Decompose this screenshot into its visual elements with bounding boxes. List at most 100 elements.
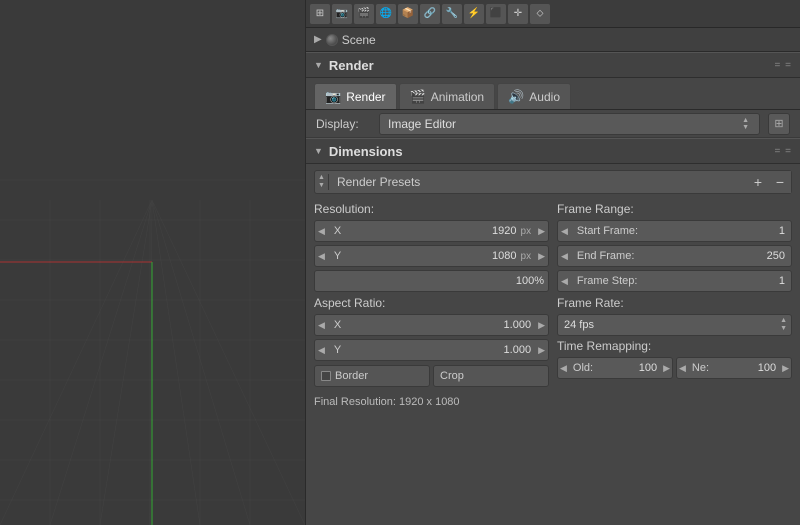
render-icon[interactable]: 📷 xyxy=(332,4,352,24)
scene-bar[interactable]: ▶ Scene xyxy=(306,28,800,52)
aspect-x-value: 1.000 xyxy=(352,319,535,331)
start-frame-left-arrow[interactable]: ◀ xyxy=(558,226,571,237)
obj-icon[interactable]: 📦 xyxy=(398,4,418,24)
old-field[interactable]: ◀ Old: 100 ▶ xyxy=(557,357,673,379)
percent-row[interactable]: 100% xyxy=(314,270,549,292)
dimensions-right-col: Frame Range: ◀ Start Frame: 1 ◀ End Fram… xyxy=(557,202,792,413)
tab-row: 📷 Render 🎬 Animation 🔊 Audio xyxy=(306,78,800,110)
border-crop-row: Border Crop xyxy=(314,365,549,387)
tab-animation[interactable]: 🎬 Animation xyxy=(399,83,496,109)
aspect-y-left-arrow[interactable]: ◀ xyxy=(315,345,328,356)
display-dropdown[interactable]: Image Editor ▲ ▼ xyxy=(379,113,760,135)
display-row: Display: Image Editor ▲ ▼ ⊞ xyxy=(306,110,800,138)
resolution-title: Resolution: xyxy=(314,202,549,216)
res-y-value: 1080 xyxy=(352,250,521,262)
border-btn[interactable]: Border xyxy=(314,365,430,387)
audio-tab-icon: 🔊 xyxy=(508,89,524,105)
frame-step-label: Frame Step: xyxy=(571,275,751,287)
data-icon[interactable]: ⚡ xyxy=(464,4,484,24)
crop-btn[interactable]: Crop xyxy=(433,365,549,387)
end-frame-left-arrow[interactable]: ◀ xyxy=(558,251,571,262)
aspect-x-label: X xyxy=(328,319,352,331)
frame-step-value: 1 xyxy=(751,275,791,287)
aspect-y-label: Y xyxy=(328,344,352,356)
time-remap-row: ◀ Old: 100 ▶ ◀ Ne: 100 ▶ xyxy=(557,357,792,379)
ne-value: 100 xyxy=(713,362,780,374)
physics-icon[interactable]: ⬦ xyxy=(530,4,550,24)
ne-left-arrow[interactable]: ◀ xyxy=(677,363,688,374)
border-checkbox[interactable] xyxy=(321,371,331,381)
res-x-left-arrow[interactable]: ◀ xyxy=(315,226,328,237)
frame-step-field[interactable]: ◀ Frame Step: 1 xyxy=(557,270,792,292)
aspect-x-right-arrow[interactable]: ▶ xyxy=(535,320,548,331)
end-frame-label: End Frame: xyxy=(571,250,751,262)
constraint-icon[interactable]: 🔧 xyxy=(442,4,462,24)
tab-animation-label: Animation xyxy=(431,90,484,104)
end-frame-field[interactable]: ◀ End Frame: 250 xyxy=(557,245,792,267)
world-icon[interactable]: 🌐 xyxy=(376,4,396,24)
aspect-y-right-arrow[interactable]: ▶ xyxy=(535,345,548,356)
ne-field[interactable]: ◀ Ne: 100 ▶ xyxy=(676,357,792,379)
frame-range-title: Frame Range: xyxy=(557,202,792,216)
grid-icon[interactable]: ⊞ xyxy=(310,4,330,24)
properties-panel: ⊞ 📷 🎬 🌐 📦 🔗 🔧 ⚡ ⬛ ✛ ⬦ ▶ Scene ▼ Render =… xyxy=(305,0,800,525)
dimensions-two-col: Resolution: ◀ X 1920 px ▶ ◀ Y 1080 px ▶ … xyxy=(314,202,792,413)
render-dots: = = xyxy=(775,60,792,71)
anim-icon[interactable]: 🎬 xyxy=(354,4,374,24)
final-res-text: Final Resolution: 1920 x 1080 xyxy=(314,396,460,408)
render-triangle: ▼ xyxy=(314,60,323,70)
dimensions-left-col: Resolution: ◀ X 1920 px ▶ ◀ Y 1080 px ▶ … xyxy=(314,202,549,413)
tab-audio[interactable]: 🔊 Audio xyxy=(497,83,571,109)
res-y-left-arrow[interactable]: ◀ xyxy=(315,251,328,262)
link-icon[interactable]: 🔗 xyxy=(420,4,440,24)
dimensions-dots: = = xyxy=(775,146,792,157)
render-section-header[interactable]: ▼ Render = = xyxy=(306,52,800,78)
scene-arrow: ▶ xyxy=(314,34,322,45)
aspect-x-field[interactable]: ◀ X 1.000 ▶ xyxy=(314,314,549,336)
dropdown-arrows: ▲ ▼ xyxy=(742,117,749,131)
res-x-right-arrow[interactable]: ▶ xyxy=(535,226,548,237)
res-x-value: 1920 xyxy=(352,225,521,237)
presets-row[interactable]: ▲ ▼ Render Presets + − xyxy=(314,170,792,194)
tab-render[interactable]: 📷 Render xyxy=(314,83,397,109)
dimensions-triangle: ▼ xyxy=(314,146,323,156)
start-frame-value: 1 xyxy=(751,225,791,237)
crop-label: Crop xyxy=(440,370,464,382)
material-icon[interactable]: ⬛ xyxy=(486,4,506,24)
anim-tab-icon: 🎬 xyxy=(410,89,426,105)
toolbar: ⊞ 📷 🎬 🌐 📦 🔗 🔧 ⚡ ⬛ ✛ ⬦ xyxy=(306,0,800,28)
start-frame-field[interactable]: ◀ Start Frame: 1 xyxy=(557,220,792,242)
framerate-value: 24 fps xyxy=(558,319,776,331)
ne-right-arrow[interactable]: ▶ xyxy=(780,363,791,374)
old-value: 100 xyxy=(597,362,661,374)
display-icon-btn[interactable]: ⊞ xyxy=(768,113,790,135)
aspect-x-left-arrow[interactable]: ◀ xyxy=(315,320,328,331)
dimensions-section-header[interactable]: ▼ Dimensions = = xyxy=(306,138,800,164)
resolution-x-field[interactable]: ◀ X 1920 px ▶ xyxy=(314,220,549,242)
res-y-right-arrow[interactable]: ▶ xyxy=(535,251,548,262)
resolution-y-field[interactable]: ◀ Y 1080 px ▶ xyxy=(314,245,549,267)
framerate-row[interactable]: 24 fps ▲ ▼ xyxy=(557,314,792,336)
dimensions-title: Dimensions xyxy=(329,144,403,159)
aspect-y-field[interactable]: ◀ Y 1.000 ▶ xyxy=(314,339,549,361)
presets-arrows: ▲ ▼ xyxy=(315,174,329,191)
viewport xyxy=(0,0,305,525)
frame-step-left-arrow[interactable]: ◀ xyxy=(558,276,571,287)
frame-rate-title: Frame Rate: xyxy=(557,296,792,310)
scene-label: Scene xyxy=(342,33,376,47)
presets-plus-btn[interactable]: + xyxy=(747,171,769,193)
framerate-arrows: ▲ ▼ xyxy=(776,317,791,334)
border-label: Border xyxy=(335,370,368,382)
res-y-label: Y xyxy=(328,250,352,262)
old-left-arrow[interactable]: ◀ xyxy=(558,363,569,374)
old-right-arrow[interactable]: ▶ xyxy=(661,363,672,374)
presets-minus-btn[interactable]: − xyxy=(769,171,791,193)
aspect-title: Aspect Ratio: xyxy=(314,296,549,310)
aspect-y-value: 1.000 xyxy=(352,344,535,356)
scene-icon xyxy=(326,34,338,46)
end-frame-value: 250 xyxy=(751,250,791,262)
particle-icon[interactable]: ✛ xyxy=(508,4,528,24)
res-y-unit: px xyxy=(521,251,536,262)
render-title: Render xyxy=(329,58,374,73)
res-x-label: X xyxy=(328,225,352,237)
